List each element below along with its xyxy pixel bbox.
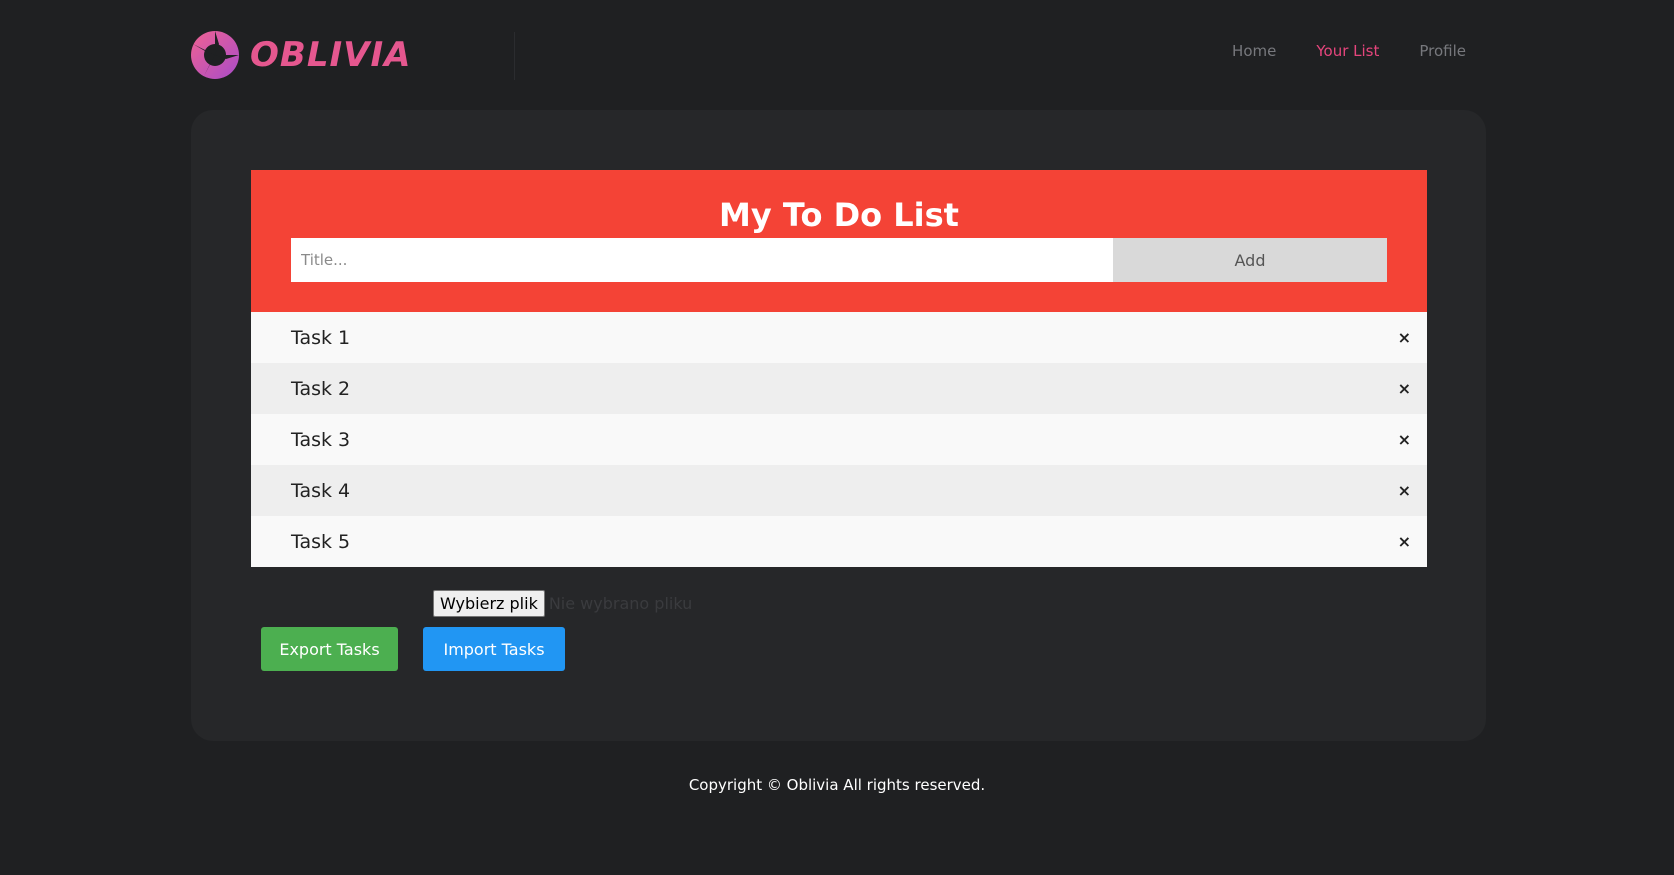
task-label: Task 4: [291, 479, 351, 502]
todo-title: My To Do List: [719, 196, 959, 234]
export-tasks-button[interactable]: Export Tasks: [261, 627, 398, 671]
oblivia-logo-icon: [191, 31, 239, 79]
header-divider: [514, 32, 515, 80]
add-button[interactable]: Add: [1113, 238, 1387, 282]
task-item[interactable]: Task 4 ×: [251, 465, 1427, 516]
task-label: Task 3: [291, 428, 351, 451]
import-tasks-button[interactable]: Import Tasks: [423, 627, 565, 671]
close-icon[interactable]: ×: [1398, 465, 1411, 516]
todo-widget: My To Do List Add Task 1 × Task 2 × Task…: [251, 170, 1427, 567]
footer-copyright: Copyright © Oblivia All rights reserved.: [688, 776, 986, 794]
task-label: Task 2: [291, 377, 351, 400]
close-icon[interactable]: ×: [1398, 363, 1411, 414]
close-icon[interactable]: ×: [1398, 516, 1411, 567]
close-icon[interactable]: ×: [1398, 414, 1411, 465]
nav-profile[interactable]: Profile: [1419, 42, 1466, 60]
task-item[interactable]: Task 1 ×: [251, 312, 1427, 363]
nav-home[interactable]: Home: [1232, 42, 1276, 60]
task-label: Task 5: [291, 530, 351, 553]
choose-file-button[interactable]: Wybierz plik: [433, 589, 545, 617]
task-label: Task 1: [291, 326, 351, 349]
task-item[interactable]: Task 3 ×: [251, 414, 1427, 465]
todo-header: My To Do List Add: [251, 170, 1427, 312]
main-card: My To Do List Add Task 1 × Task 2 × Task…: [191, 110, 1486, 741]
task-item[interactable]: Task 2 ×: [251, 363, 1427, 414]
site-header: OBLIVIA Home Your List Profile: [0, 0, 1674, 110]
close-icon[interactable]: ×: [1398, 312, 1411, 363]
brand-name: OBLIVIA: [250, 35, 412, 75]
task-list: Task 1 × Task 2 × Task 3 × Task 4 × Task…: [251, 312, 1427, 567]
nav-your-list[interactable]: Your List: [1316, 42, 1379, 60]
file-status: Nie wybrano pliku: [548, 593, 693, 613]
task-title-input[interactable]: [291, 238, 1113, 282]
task-item[interactable]: Task 5 ×: [251, 516, 1427, 567]
logo[interactable]: OBLIVIA: [190, 28, 411, 82]
file-input: Wybierz plik Nie wybrano pliku: [433, 588, 692, 618]
main-nav: Home Your List Profile: [1232, 42, 1466, 60]
